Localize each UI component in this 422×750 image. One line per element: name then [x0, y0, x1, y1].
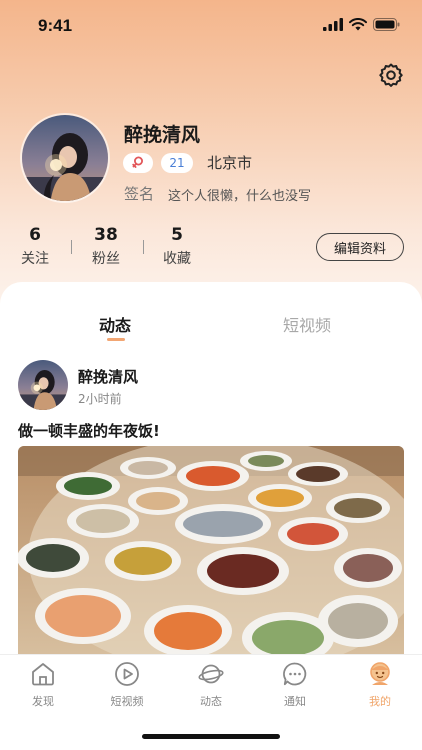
status-icons — [323, 18, 400, 31]
tab-feed[interactable]: 动态 — [99, 312, 131, 336]
tabbar-item-feed[interactable]: 动态 — [181, 661, 241, 709]
stat-following-count: 6 — [29, 225, 41, 245]
tabbar-item-short-video[interactable]: 短视频 — [97, 661, 157, 709]
tabbar-label: 发现 — [32, 695, 54, 708]
edit-profile-button[interactable]: 编辑资料 — [316, 233, 404, 261]
user-face-icon — [370, 662, 390, 685]
content-card: 动态 短视频 醉挽清风 2小时前 做一顿丰盛的年夜饭! — [0, 282, 422, 654]
stat-following-label: 关注 — [21, 251, 49, 267]
post-author-avatar[interactable] — [18, 360, 68, 410]
profile-stats: 6 关注 38 粉丝 5 收藏 — [0, 225, 300, 271]
gear-icon — [379, 63, 403, 87]
stat-favorites[interactable]: 5 收藏 — [157, 225, 197, 268]
stat-favorites-label: 收藏 — [163, 251, 191, 267]
tabbar-label: 通知 — [284, 695, 306, 708]
play-icon — [115, 662, 139, 686]
post-timestamp: 2小时前 — [78, 392, 122, 406]
signature-text: 这个人很懒，什么也没写 — [168, 189, 312, 204]
post-photo[interactable] — [18, 446, 404, 654]
tabbar-item-discover[interactable]: 发现 — [13, 661, 73, 709]
profile-avatar[interactable] — [20, 113, 110, 203]
stat-followers-count: 38 — [94, 225, 118, 245]
status-bar: 9:41 — [0, 0, 422, 52]
signal-icon — [323, 18, 343, 31]
stat-followers-label: 粉丝 — [92, 251, 120, 267]
tabbar-label: 动态 — [200, 695, 222, 708]
chat-bubble-icon — [283, 662, 307, 686]
battery-icon — [373, 18, 400, 31]
gender-badge — [123, 152, 153, 173]
post-author-name: 醉挽清风 — [78, 368, 139, 386]
female-icon — [132, 156, 143, 168]
profile-name: 醉挽清风 — [124, 124, 201, 146]
location-text: 北京市 — [207, 154, 253, 172]
avatar-image — [18, 360, 68, 410]
active-tab-indicator — [107, 338, 125, 341]
tabbar-label: 我的 — [369, 695, 391, 708]
stat-divider — [71, 240, 72, 254]
tab-short-video[interactable]: 短视频 — [283, 312, 331, 336]
settings-button[interactable] — [378, 62, 404, 88]
home-indicator — [142, 734, 280, 739]
wifi-icon — [349, 18, 367, 31]
status-time: 9:41 — [38, 16, 73, 35]
tabbar-label: 短视频 — [110, 695, 144, 708]
home-icon — [32, 663, 54, 686]
tabbar-item-mine[interactable]: 我的 — [350, 661, 410, 709]
signature-label: 签名 — [124, 185, 155, 203]
stat-favorites-count: 5 — [171, 225, 183, 245]
age-badge: 21 — [161, 152, 193, 173]
dinner-photo-image — [18, 446, 404, 654]
profile-badges: 21 北京市 — [123, 152, 252, 173]
planet-icon — [198, 664, 224, 684]
post-text: 做一顿丰盛的年夜饭! — [18, 422, 160, 440]
tabbar-item-notifications[interactable]: 通知 — [265, 661, 325, 709]
avatar-image — [22, 115, 108, 201]
stat-followers[interactable]: 38 粉丝 — [86, 225, 126, 268]
stat-following[interactable]: 6 关注 — [15, 225, 55, 268]
stat-divider — [143, 240, 144, 254]
